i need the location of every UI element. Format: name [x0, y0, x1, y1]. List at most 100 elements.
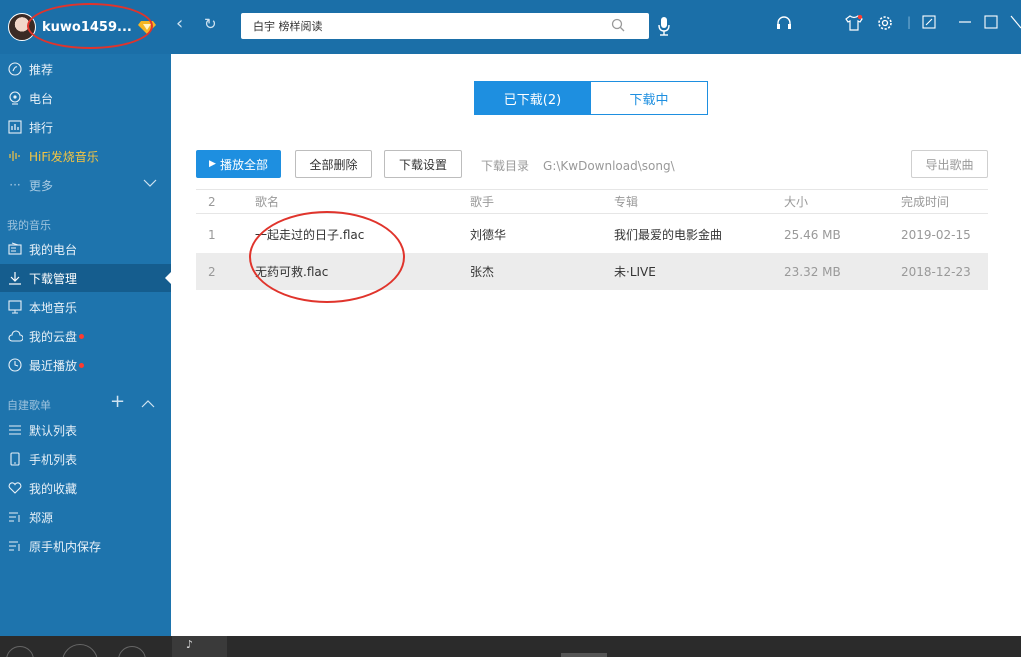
download-dir-path[interactable]: G:\KwDownload\song\	[543, 159, 675, 173]
download-dir-label: 下载目录	[481, 159, 530, 173]
playlists-section-title: 自建歌单	[7, 399, 51, 412]
minimize-icon[interactable]	[958, 15, 972, 32]
row-size: 25.46 MB	[784, 227, 841, 242]
row-song-name[interactable]: 一起走过的日子.flac	[255, 216, 364, 253]
sidebar-item-radio[interactable]: 电台	[0, 84, 171, 112]
next-button[interactable]	[118, 646, 146, 657]
header-finish-time[interactable]: 完成时间	[901, 190, 949, 213]
skin-shirt-icon[interactable]	[845, 14, 863, 34]
headphones-icon[interactable]	[776, 15, 792, 34]
sidebar-item-label: 最近播放	[29, 358, 78, 373]
play-all-label: 播放全部	[219, 157, 268, 172]
tab-downloaded[interactable]: 已下载(2)	[474, 81, 591, 115]
sidebar-item-hifi[interactable]: HiFi发烧音乐	[0, 142, 171, 170]
ranking-icon	[7, 119, 23, 135]
sidebar-item-recommend[interactable]: 推荐	[0, 55, 171, 83]
sidebar-item-recent-play[interactable]: 最近播放	[0, 351, 171, 379]
sidebar-item-label: 郑源	[29, 510, 54, 525]
sidebar-item-favorites[interactable]: 我的收藏	[0, 474, 171, 502]
player-bar: ♪	[0, 636, 1021, 657]
sidebar-item-zhengyuan[interactable]: 郑源	[0, 503, 171, 531]
sidebar-item-more[interactable]: ··· 更多	[0, 171, 171, 199]
refresh-icon[interactable]: ↻	[204, 14, 217, 34]
back-arrow-icon[interactable]: ‹	[176, 14, 183, 34]
add-playlist-plus-icon[interactable]: +	[110, 391, 125, 412]
sidebar-item-label: 我的云盘	[29, 329, 78, 344]
recommend-icon	[7, 61, 23, 77]
delete-all-button[interactable]: 全部删除	[295, 150, 372, 178]
maximize-icon[interactable]	[984, 15, 998, 32]
row-index: 2	[208, 264, 216, 279]
notification-dot	[79, 333, 85, 339]
chevron-down-icon[interactable]	[143, 177, 157, 191]
divider: |	[907, 15, 912, 29]
heart-icon	[7, 480, 23, 496]
sidebar-item-label: 更多	[29, 178, 54, 193]
search-icon[interactable]	[611, 18, 625, 35]
export-songs-button[interactable]: 导出歌曲	[911, 150, 988, 178]
sidebar-item-download-manager[interactable]: 下载管理	[0, 264, 171, 292]
avatar[interactable]	[8, 13, 36, 41]
sidebar-item-phone-list[interactable]: 手机列表	[0, 445, 171, 473]
sidebar-item-label: 电台	[29, 91, 54, 106]
computer-monitor-icon	[7, 299, 23, 315]
sidebar-item-cloud-disk[interactable]: 我的云盘	[0, 322, 171, 350]
sidebar-item-my-radio[interactable]: 我的电台	[0, 235, 171, 263]
sidebar-item-label: 本地音乐	[29, 300, 78, 315]
row-album[interactable]: 未·LIVE	[614, 253, 656, 290]
table-header: 2 歌名 歌手 专辑 大小 完成时间	[196, 189, 988, 214]
playlist-icon	[7, 509, 23, 525]
header-song-name[interactable]: 歌名	[255, 190, 279, 213]
phone-icon	[7, 451, 23, 467]
header-artist[interactable]: 歌手	[470, 190, 494, 213]
vip-diamond-icon[interactable]	[137, 20, 156, 34]
notification-dot	[79, 362, 85, 368]
sidebar-item-label: 原手机内保存	[29, 539, 102, 554]
download-directory: 下载目录 G:\KwDownload\song\	[481, 157, 675, 174]
sidebar-item-label: 我的收藏	[29, 481, 78, 496]
radio-icon	[7, 90, 23, 106]
row-song-name[interactable]: 无药可救.flac	[255, 253, 328, 290]
play-all-button[interactable]: ▶ 播放全部	[196, 150, 281, 178]
chevron-up-icon[interactable]	[141, 398, 155, 412]
sidebar-item-label: 手机列表	[29, 452, 78, 467]
row-artist[interactable]: 张杰	[470, 253, 494, 290]
settings-gear-icon[interactable]	[877, 15, 893, 34]
close-icon[interactable]	[1010, 15, 1021, 32]
username[interactable]: kuwo1459...	[42, 20, 132, 35]
play-pause-button[interactable]	[62, 644, 98, 657]
row-index: 1	[208, 227, 216, 242]
search-input[interactable]	[241, 13, 581, 39]
sidebar-item-label: 排行	[29, 120, 54, 135]
sidebar-item-default-list[interactable]: 默认列表	[0, 416, 171, 444]
sidebar-item-label: 我的电台	[29, 242, 78, 257]
hifi-soundwave-icon	[7, 148, 23, 164]
row-finish-time: 2019-02-15	[901, 227, 971, 242]
playlist-icon	[7, 538, 23, 554]
sidebar-item-label: 默认列表	[29, 423, 78, 438]
lyrics-toggle[interactable]	[561, 653, 607, 657]
row-album[interactable]: 我们最爱的电影金曲	[614, 216, 722, 253]
header-album[interactable]: 专辑	[614, 190, 638, 213]
download-settings-button[interactable]: 下载设置	[384, 150, 462, 178]
table-row[interactable]: 1 一起走过的日子.flac 刘德华 我们最爱的电影金曲 25.46 MB 20…	[196, 216, 988, 253]
previous-button[interactable]	[6, 646, 34, 657]
my-music-section-title: 我的音乐	[7, 219, 51, 232]
my-radio-icon	[7, 241, 23, 257]
sidebar-item-label: 推荐	[29, 62, 54, 77]
sidebar-item-ranking[interactable]: 排行	[0, 113, 171, 141]
user-profile[interactable]: kuwo1459...	[8, 11, 156, 43]
clock-icon	[7, 357, 23, 373]
row-artist[interactable]: 刘德华	[470, 216, 506, 253]
header-size[interactable]: 大小	[784, 190, 808, 213]
cloud-icon	[7, 328, 23, 344]
sidebar-item-phone-saved[interactable]: 原手机内保存	[0, 532, 171, 560]
microphone-icon[interactable]	[657, 16, 671, 39]
album-cover-thumbnail[interactable]: ♪	[172, 636, 227, 657]
tab-downloading[interactable]: 下载中	[591, 81, 708, 115]
table-row[interactable]: 2 无药可救.flac 张杰 未·LIVE 23.32 MB 2018-12-2…	[196, 253, 988, 290]
sidebar-item-label: 下载管理	[29, 271, 78, 286]
sidebar-item-local-music[interactable]: 本地音乐	[0, 293, 171, 321]
mini-mode-icon[interactable]	[922, 15, 936, 32]
search-box[interactable]	[241, 13, 670, 39]
